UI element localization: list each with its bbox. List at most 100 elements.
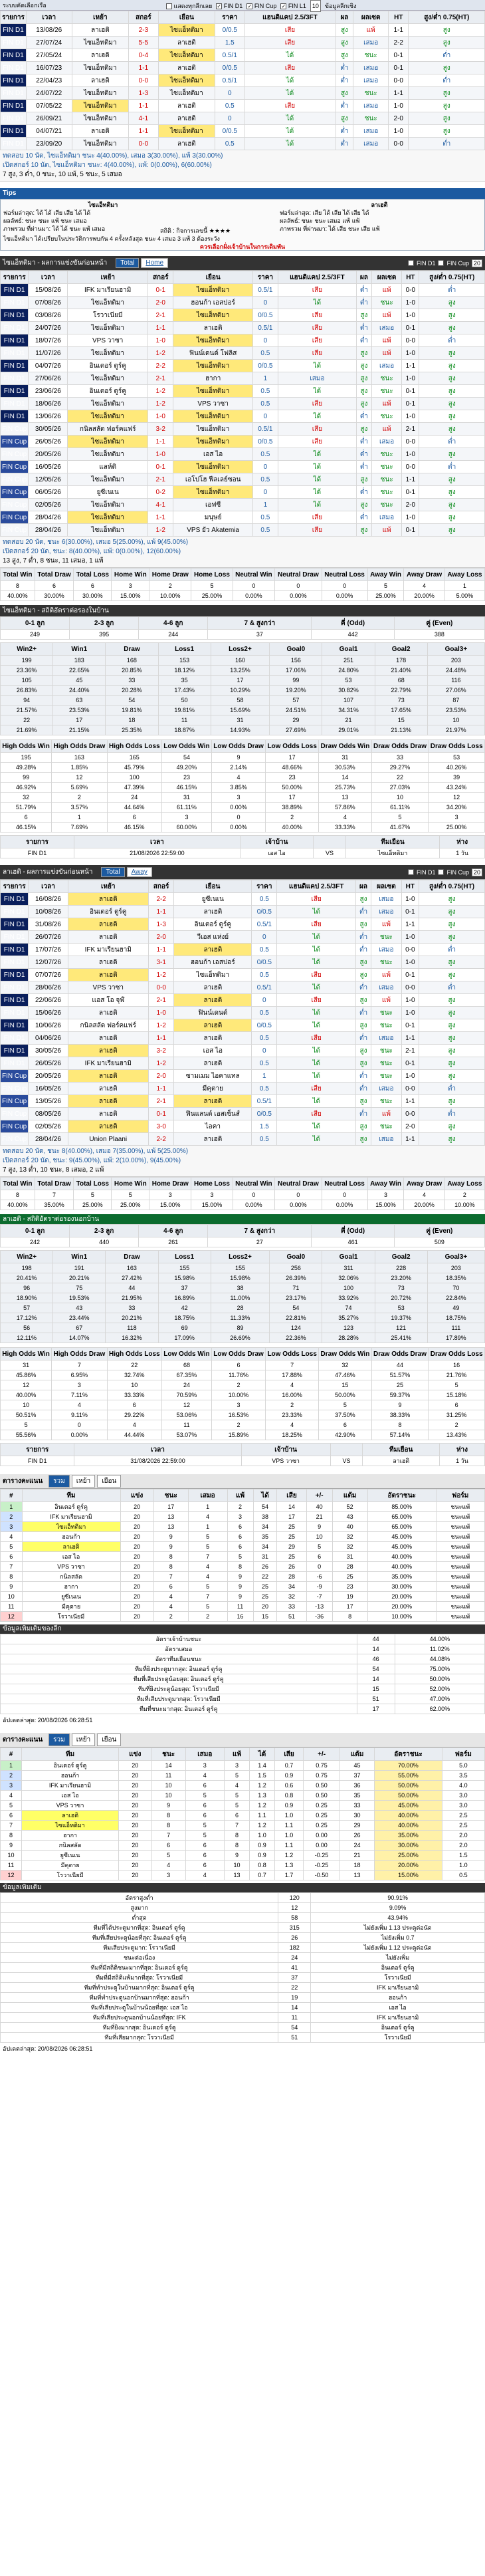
away-team-cell[interactable]: VPS ยัว Akatemia bbox=[173, 523, 253, 537]
column-header[interactable]: HT bbox=[388, 11, 409, 24]
column-header[interactable]: Away Win bbox=[367, 568, 405, 581]
away-team-cell[interactable]: ไซแอ็ทติมา bbox=[173, 384, 253, 398]
league-cell[interactable]: FIN D1 bbox=[0, 112, 27, 125]
standings-row[interactable]: 6 ลาเฮติ 20 8 6 6 1.1 1.0 0.25 30 40.00% 2.5 bbox=[0, 1810, 485, 1821]
column-header[interactable]: 0-1 ลูก bbox=[0, 616, 70, 630]
column-header[interactable]: 4-6 ลูก bbox=[138, 1224, 209, 1237]
tab-standings2-all[interactable]: รวม bbox=[48, 1734, 70, 1746]
column-header[interactable]: เยือน bbox=[173, 271, 253, 284]
home-team-cell[interactable]: ลาเฮติ bbox=[71, 74, 130, 87]
home-team-cell[interactable]: IFK มาเรียนฮามิ bbox=[67, 283, 149, 297]
away-team-cell[interactable]: ลาเฮติ bbox=[157, 99, 216, 112]
column-header[interactable]: Goal2 bbox=[374, 642, 428, 656]
home-team-cell[interactable]: ลาเฮติ bbox=[67, 1107, 149, 1120]
home-team-cell[interactable]: ลาเฮติ bbox=[67, 1082, 149, 1095]
team-name[interactable]: ลาเฮติ bbox=[21, 1541, 121, 1552]
league-cell[interactable]: FIN D1 bbox=[0, 359, 29, 372]
home-team-cell[interactable]: ลาเฮติ bbox=[67, 968, 149, 981]
league-cell[interactable]: FIN D1 bbox=[0, 981, 29, 994]
column-header[interactable]: เยือน bbox=[173, 880, 252, 893]
home-team-cell[interactable]: ลาเฮติ bbox=[67, 918, 149, 931]
away-team-cell[interactable]: ไซแอ็ทติมา bbox=[173, 968, 252, 981]
standings-row[interactable]: 2 ฮอนก้า 20 11 4 5 1.5 0.9 0.75 37 55.00% 3.5 bbox=[0, 1770, 485, 1781]
away-team-cell[interactable]: มีคุตาย bbox=[173, 1082, 252, 1095]
standings-row[interactable]: 12 โรวาเนียมี 20 2 2 16 15 51 -36 8 10.00% ชนะแพ้ bbox=[0, 1611, 485, 1622]
column-header[interactable]: Neutral Win bbox=[232, 1177, 276, 1190]
home-team-cell[interactable]: กนิลสลัด ฟอร์คแฟร์ bbox=[67, 422, 149, 436]
column-header[interactable]: คี่ (Odd) bbox=[311, 1224, 395, 1237]
standings-row[interactable]: 7 ไซแอ็ทติมา 20 8 5 7 1.2 1.1 0.25 29 40.00% 2.5 bbox=[0, 1820, 485, 1831]
filter-all[interactable]: แสดงทุกลีกเลย bbox=[166, 1, 212, 11]
column-header[interactable]: Home Win bbox=[111, 1177, 150, 1190]
league-cell[interactable]: FIN Cup bbox=[0, 511, 29, 524]
column-header[interactable]: Win2+ bbox=[0, 1250, 54, 1263]
column-header[interactable]: # bbox=[0, 1489, 23, 1502]
league-cell[interactable]: FIN Cup bbox=[0, 460, 29, 473]
standings-row[interactable]: 9 ฮากา 20 6 5 9 25 34 -9 23 30.00% ชนะแพ้ bbox=[0, 1581, 485, 1592]
column-header[interactable]: เยือน bbox=[157, 11, 216, 24]
column-header[interactable]: ห่าง bbox=[438, 1443, 485, 1456]
checkbox-checked-icon[interactable] bbox=[216, 3, 223, 10]
away-team-cell[interactable]: วีเอส แห่งย์ bbox=[173, 930, 252, 944]
league-cell[interactable]: FIN Cup bbox=[0, 523, 29, 537]
column-header[interactable]: Goal3+ bbox=[427, 642, 485, 656]
column-header[interactable]: Draw Odds Win bbox=[318, 1347, 372, 1360]
column-header[interactable]: Low Odds Win bbox=[161, 1347, 212, 1360]
filter-fin-l1[interactable]: FIN L1 bbox=[280, 1, 306, 11]
column-header[interactable]: Draw Odds Win bbox=[318, 739, 372, 753]
away-team-cell[interactable]: ไซแอ็ทติมา bbox=[173, 283, 253, 297]
column-header[interactable]: ผลเซต bbox=[353, 11, 389, 24]
league-cell[interactable]: FIN D1 bbox=[0, 296, 29, 309]
league-cell[interactable]: FIN Cup bbox=[0, 435, 29, 448]
home-team-cell[interactable]: ไซแอ็ทติมา bbox=[67, 523, 149, 537]
column-header[interactable]: Draw Odds Loss bbox=[428, 1347, 485, 1360]
team-name[interactable]: ลาเฮติ bbox=[21, 1810, 120, 1821]
standings-row[interactable]: 5 ลาเฮติ 20 9 5 6 34 29 5 32 45.00% ชนะแพ้ bbox=[0, 1541, 485, 1552]
standings-row[interactable]: 1 อินเตอร์ ตูร์คู 20 14 3 3 1.4 0.7 0.75 45 70.00%… bbox=[0, 1760, 485, 1771]
away-team-cell[interactable]: ลาเฮติ bbox=[173, 1031, 252, 1045]
checkbox-checked-icon[interactable] bbox=[438, 869, 444, 875]
column-header[interactable]: Away Draw bbox=[403, 1177, 445, 1190]
standings-row[interactable]: 11 มีคุตาย 20 4 5 11 20 33 -13 17 20.00% ชนะแพ้ bbox=[0, 1601, 485, 1612]
count-select[interactable]: 10 bbox=[310, 0, 321, 12]
column-header[interactable]: รายการ bbox=[0, 1443, 75, 1456]
league-cell[interactable]: FIN D1 bbox=[0, 956, 29, 969]
team-name[interactable]: มีคุตาย bbox=[21, 1860, 120, 1870]
home-team-cell[interactable]: ลาเฮติ bbox=[67, 892, 149, 906]
away-team-cell[interactable]: ไซแอ็ทติมา bbox=[157, 74, 216, 87]
team-name[interactable]: ฮากา bbox=[21, 1581, 121, 1592]
column-header[interactable]: อัตราชนะ bbox=[374, 1747, 442, 1761]
column-header[interactable]: Home Win bbox=[111, 568, 150, 581]
league-cell[interactable]: FIN D1 bbox=[0, 283, 29, 297]
column-header[interactable]: ผล bbox=[355, 271, 372, 284]
column-header[interactable]: ผล bbox=[355, 880, 372, 893]
league-cell[interactable]: FIN D1 bbox=[0, 410, 29, 423]
column-header[interactable]: High Odds Draw bbox=[51, 1347, 108, 1360]
away-team-cell[interactable]: ไซแอ็ทติมา bbox=[157, 49, 216, 62]
home-team-cell[interactable]: ไซแอ็ทติมา bbox=[67, 397, 149, 410]
league-cell[interactable]: FIN D1 bbox=[0, 1031, 29, 1045]
column-header[interactable]: ชนะ bbox=[153, 1489, 189, 1502]
team-name[interactable]: ฮอนก้า bbox=[21, 1531, 121, 1542]
away-count-select[interactable]: 20 bbox=[471, 868, 482, 876]
column-header[interactable]: ทีม bbox=[21, 1747, 120, 1761]
column-header[interactable]: สูง/ต่ำ 0.75(HT) bbox=[419, 880, 485, 893]
column-header[interactable]: Total Draw bbox=[34, 568, 74, 581]
column-header[interactable]: สูง/ต่ำ 0.75(HT) bbox=[408, 11, 485, 24]
away-team-cell[interactable]: ไซแอ็ทติมา bbox=[173, 309, 253, 322]
home-team-cell[interactable]: ไซแอ็ทติมา bbox=[67, 372, 149, 385]
home-team-cell[interactable]: ลาเฮติ bbox=[67, 930, 149, 944]
column-header[interactable]: Low Odds Win bbox=[161, 739, 212, 753]
column-header[interactable]: เสมอ bbox=[187, 1489, 228, 1502]
home-team-cell[interactable]: ไซแอ็ทติมา bbox=[67, 321, 149, 334]
column-header[interactable]: เจ้าบ้าน bbox=[239, 835, 314, 848]
home-team-cell[interactable]: ไซแอ็ทติมา bbox=[71, 86, 130, 100]
column-header[interactable]: Goal1 bbox=[322, 1250, 375, 1263]
team-name[interactable]: IFK มาเรียนฮามิ bbox=[21, 1780, 120, 1791]
column-header[interactable]: ผลเซต bbox=[371, 880, 402, 893]
column-header[interactable]: อัตราชนะ bbox=[367, 1489, 436, 1502]
away-team-cell[interactable]: ซามเมม ไอคาแทล bbox=[173, 1069, 252, 1083]
team-name[interactable]: อินเตอร์ ตูร์คู bbox=[21, 1501, 121, 1512]
column-header[interactable]: สกอร์ bbox=[128, 11, 159, 24]
league-cell[interactable]: FIN D1 bbox=[0, 892, 29, 906]
